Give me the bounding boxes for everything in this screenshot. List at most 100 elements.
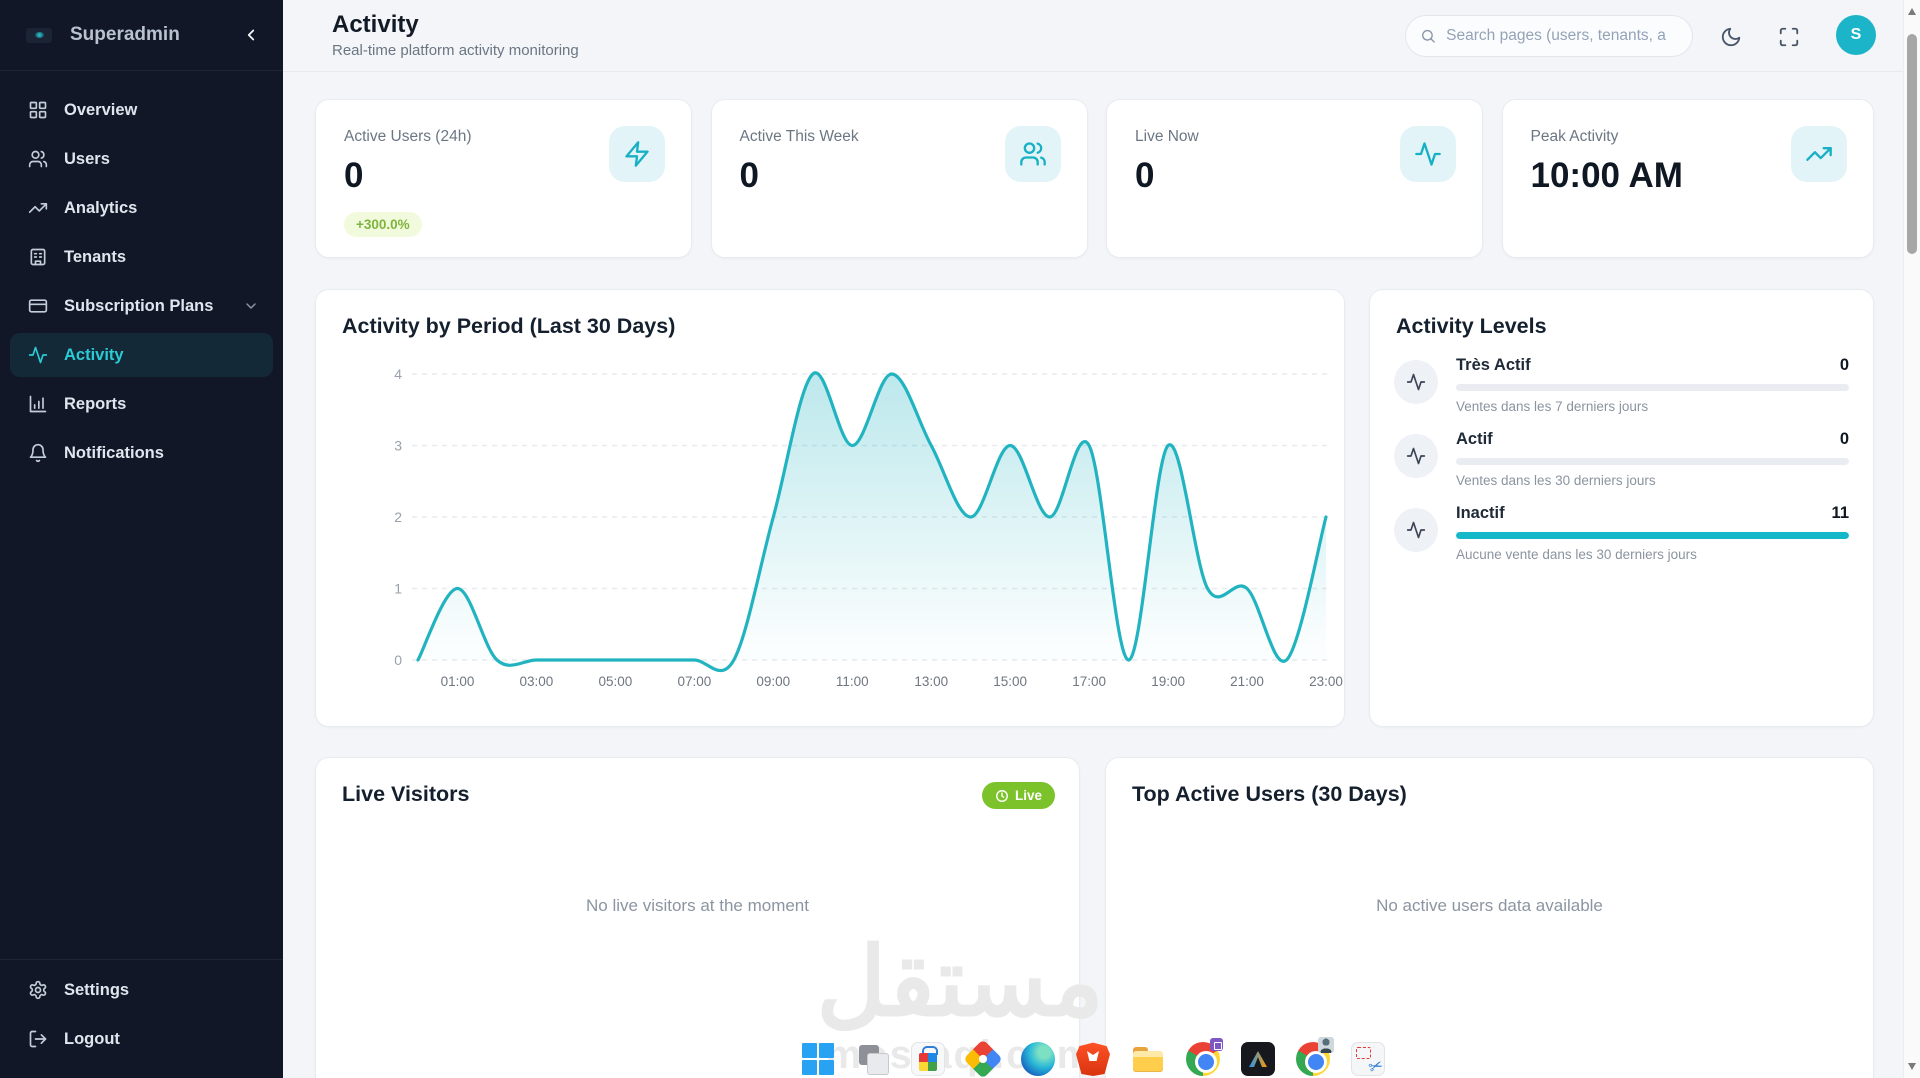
scrollbar-thumb[interactable]: [1907, 34, 1917, 254]
sidebar-item-settings[interactable]: Settings: [10, 968, 273, 1012]
stat-card-peak-activity: Peak Activity 10:00 AM: [1501, 99, 1874, 258]
sidebar-item-label: Notifications: [64, 443, 164, 462]
svg-text:03:00: 03:00: [520, 674, 554, 689]
sidebar-item-activity[interactable]: Activity: [10, 333, 273, 377]
chrome-icon[interactable]: [1186, 1038, 1223, 1076]
sidebar-item-logout[interactable]: Logout: [10, 1017, 273, 1061]
sidebar-item-label: Logout: [64, 1029, 120, 1048]
microsoft-store-icon[interactable]: [911, 1042, 945, 1076]
colorful-diamond-app-icon[interactable]: [963, 1039, 1003, 1078]
live-visitors-empty-message: No live visitors at the moment: [586, 896, 809, 915]
windows-start-icon[interactable]: [801, 1042, 835, 1076]
stat-value: 0: [344, 156, 364, 195]
svg-text:4: 4: [394, 366, 402, 382]
svg-text:3: 3: [394, 438, 402, 454]
sidebar-item-reports[interactable]: Reports: [10, 382, 273, 426]
profile-avatar-icon: [1318, 1037, 1334, 1053]
sidebar-collapse-button[interactable]: [239, 23, 263, 47]
trending-up-icon: [1790, 126, 1847, 182]
sidebar: Superadmin Overview Users Analytics Tena…: [0, 0, 283, 1078]
brave-browser-icon[interactable]: [1076, 1042, 1110, 1076]
sidebar-item-label: Reports: [64, 394, 127, 413]
stat-card-active-users-24h: Active Users (24h) 0 +300.0%: [315, 99, 692, 258]
topbar: Activity Real-time platform activity mon…: [283, 0, 1903, 72]
level-label: Actif: [1456, 430, 1493, 448]
building-icon: [28, 247, 48, 267]
sidebar-item-label: Activity: [64, 345, 124, 364]
level-value: 0: [1839, 430, 1849, 448]
sidebar-item-label: Subscription Plans: [64, 296, 214, 315]
stat-change-badge: +300.0%: [344, 212, 422, 237]
search-box[interactable]: [1405, 15, 1693, 57]
live-badge-label: Live: [1014, 788, 1042, 803]
chevron-left-icon: [247, 29, 255, 41]
svg-text:21:00: 21:00: [1230, 674, 1264, 689]
microsoft-edge-icon[interactable]: [1021, 1042, 1055, 1076]
pulse-icon: [28, 345, 48, 365]
sidebar-item-notifications[interactable]: Notifications: [10, 431, 273, 475]
page-subtitle: Real-time platform activity monitoring: [332, 42, 579, 59]
stat-label: Active This Week: [739, 128, 859, 145]
fullscreen-button[interactable]: [1776, 24, 1802, 50]
sidebar-item-label: Analytics: [64, 198, 138, 217]
live-visitors-title: Live Visitors: [342, 782, 470, 806]
scroll-up-arrow[interactable]: [1908, 8, 1916, 15]
svg-text:2: 2: [394, 509, 402, 525]
level-progress-track: [1456, 458, 1849, 465]
extension-badge-icon: [1210, 1038, 1223, 1051]
live-visitors-panel: Live Visitors Live No live visitors at t…: [315, 757, 1080, 1078]
windows-taskbar: [283, 1037, 1903, 1078]
svg-text:13:00: 13:00: [914, 674, 948, 689]
level-progress-fill: [1456, 532, 1849, 539]
svg-text:1: 1: [394, 581, 402, 597]
level-label: Très Actif: [1456, 356, 1531, 374]
level-progress-track: [1456, 532, 1849, 539]
sidebar-item-subscription-plans[interactable]: Subscription Plans: [10, 284, 273, 328]
sidebar-divider: [0, 959, 283, 960]
black-a-app-icon[interactable]: [1241, 1042, 1275, 1076]
level-label: Inactif: [1456, 504, 1505, 522]
fullscreen-icon: [1779, 27, 1799, 47]
level-value: 11: [1831, 504, 1849, 522]
activity-dashboard-page: Superadmin Overview Users Analytics Tena…: [0, 0, 1920, 1078]
svg-text:17:00: 17:00: [1072, 674, 1106, 689]
stat-label: Active Users (24h): [344, 128, 472, 145]
user-avatar[interactable]: S: [1836, 15, 1876, 55]
sidebar-item-overview[interactable]: Overview: [10, 88, 273, 132]
stat-card-live-now: Live Now 0: [1106, 99, 1483, 258]
moon-icon: [1721, 27, 1741, 47]
activity-level-row-actif: Actif 0 Ventes dans les 30 derniers jour…: [1394, 430, 1849, 488]
svg-text:0: 0: [394, 652, 402, 668]
chrome-profile-icon[interactable]: [1296, 1037, 1334, 1076]
search-input[interactable]: [1446, 27, 1678, 45]
trending-up-icon: [28, 198, 48, 218]
live-status-badge: Live: [981, 782, 1055, 809]
snipping-tool-icon[interactable]: [1351, 1042, 1385, 1076]
stat-value: 10:00 AM: [1530, 156, 1683, 195]
main-content: Activity Real-time platform activity mon…: [283, 0, 1903, 1078]
scroll-down-arrow[interactable]: [1908, 1063, 1916, 1070]
dark-mode-toggle[interactable]: [1718, 24, 1744, 50]
sidebar-item-tenants[interactable]: Tenants: [10, 235, 273, 279]
grid-icon: [28, 100, 48, 120]
sidebar-item-label: Overview: [64, 100, 138, 119]
stat-label: Peak Activity: [1530, 128, 1619, 145]
clock-icon: [996, 789, 1008, 802]
sidebar-item-users[interactable]: Users: [10, 137, 273, 181]
svg-text:19:00: 19:00: [1151, 674, 1185, 689]
chevron-down-icon: [243, 298, 259, 314]
activity-area-chart: 0 1 2 3 4 01:00 03:00 05:00 07:00 09:00 11:00 13:0…: [394, 366, 1343, 689]
file-explorer-icon[interactable]: [1131, 1042, 1165, 1076]
sidebar-item-label: Users: [64, 149, 110, 168]
sidebar-item-analytics[interactable]: Analytics: [10, 186, 273, 230]
users-icon: [28, 149, 48, 169]
stat-value: 0: [1135, 156, 1155, 195]
top-active-users-title: Top Active Users (30 Days): [1132, 782, 1407, 806]
task-view-icon[interactable]: [856, 1042, 890, 1076]
activity-by-period-panel: Activity by Period (Last 30 Days) 0 1 2 3 4 …: [315, 289, 1345, 727]
activity-levels-panel: Activity Levels Très Actif 0 Ventes dans…: [1369, 289, 1874, 727]
stat-card-active-this-week: Active This Week 0: [710, 99, 1088, 258]
brand-name: Superadmin: [70, 24, 180, 45]
gear-icon: [28, 980, 48, 1000]
svg-text:09:00: 09:00: [756, 674, 790, 689]
